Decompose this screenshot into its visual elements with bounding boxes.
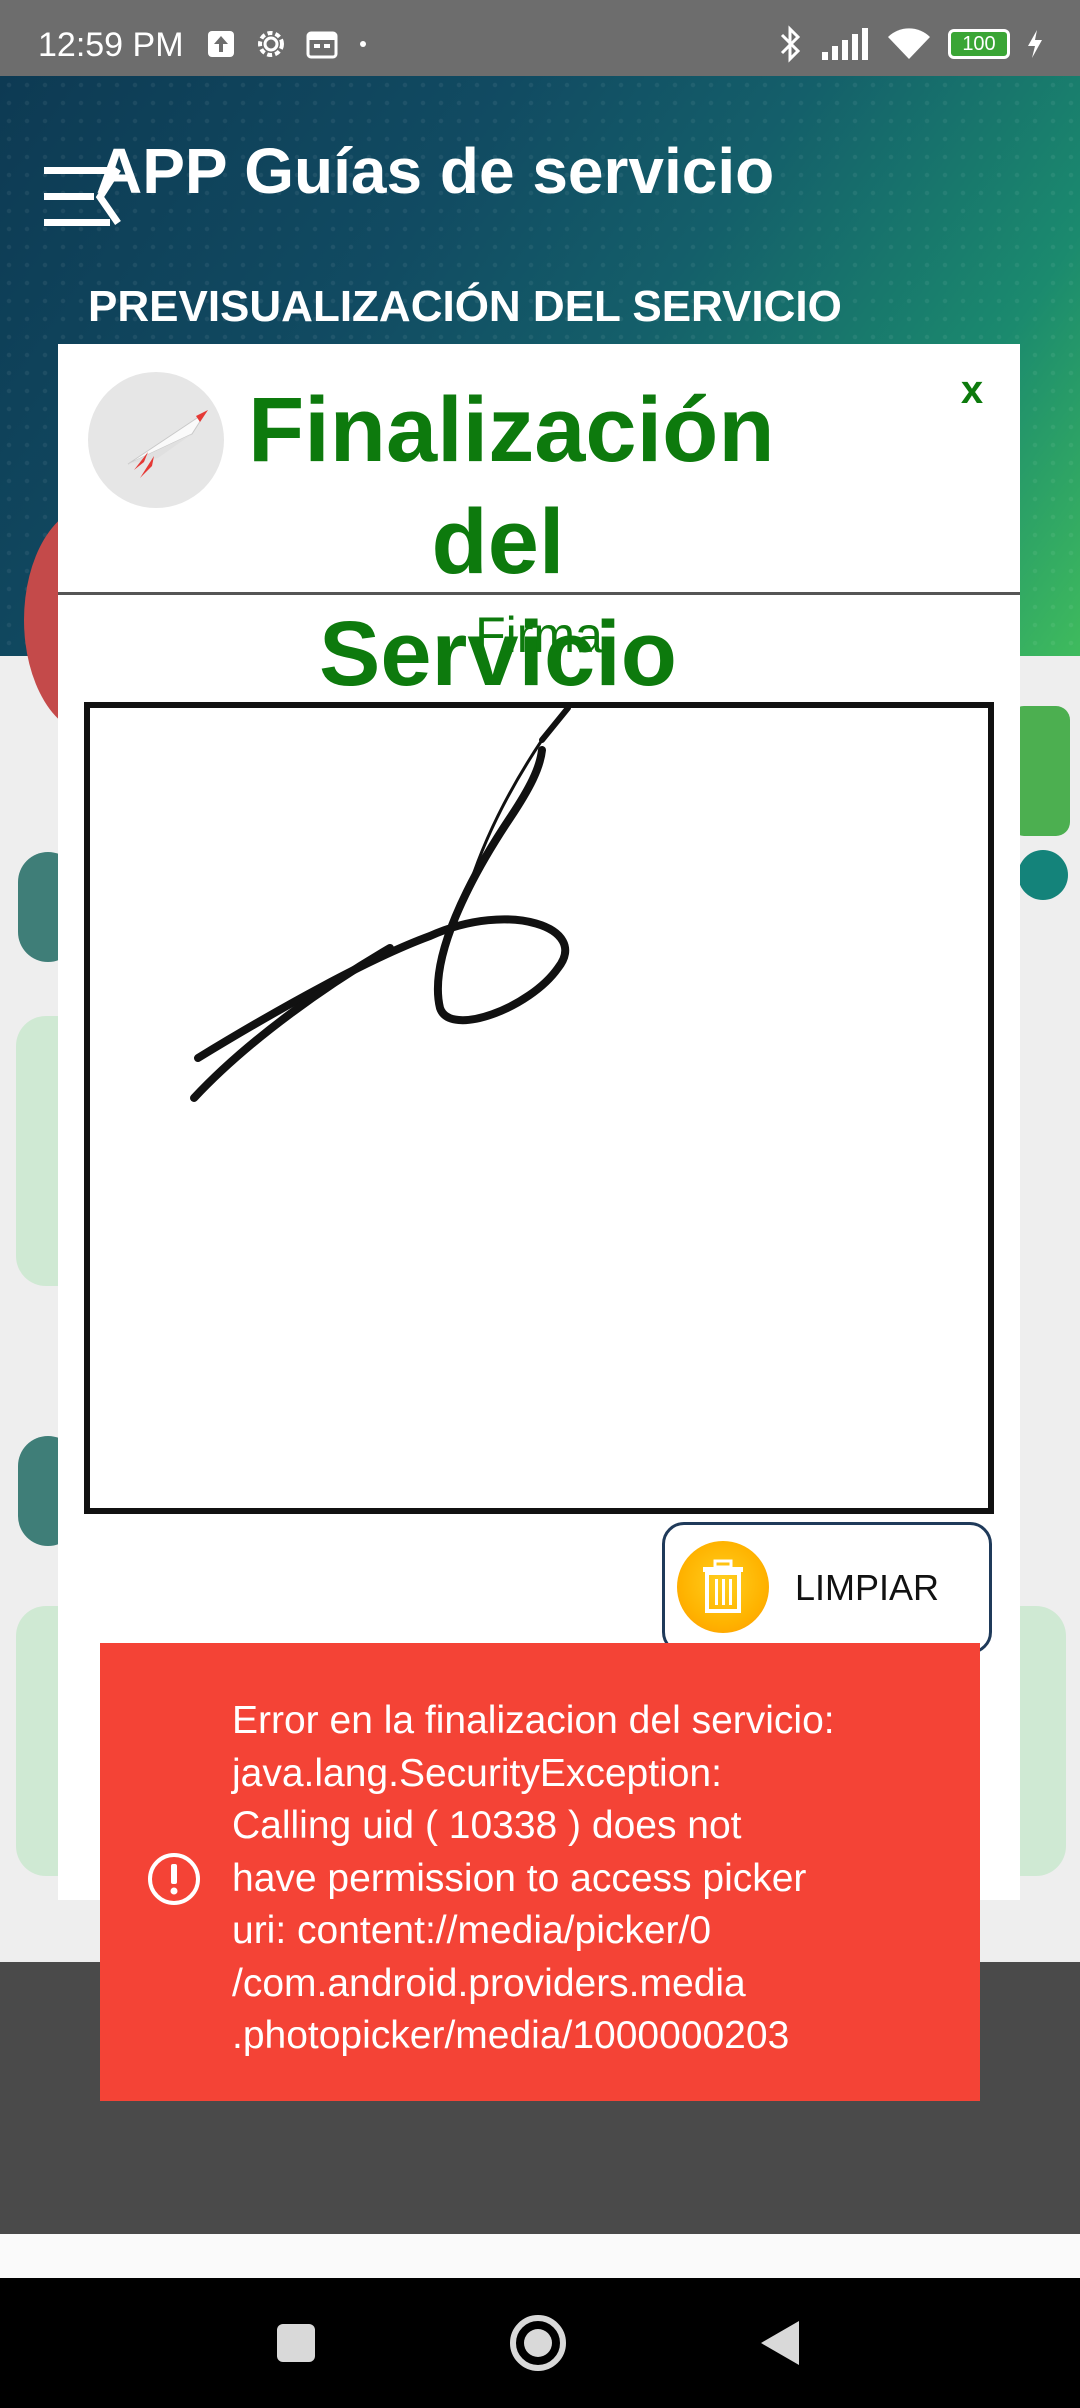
trash-icon — [677, 1541, 769, 1633]
rocket-logo — [88, 372, 224, 508]
alert-circle-icon — [148, 1853, 200, 1905]
dot-icon — [360, 41, 366, 47]
status-system-icons: 100 — [778, 24, 1044, 64]
footer-divider — [0, 2234, 1080, 2278]
error-toast: Error en la finalizacion del servicio: j… — [100, 1643, 980, 2101]
error-message: Error en la finalizacion del servicio: j… — [232, 1695, 952, 2063]
background-indicator — [1018, 850, 1068, 900]
dialog-title-line2: del Servicio — [319, 491, 677, 705]
dialog-title-line1: Finalización — [248, 379, 775, 481]
background-card — [1018, 1606, 1066, 1876]
error-line: java.lang.SecurityException: — [232, 1751, 722, 1795]
dialog-divider — [58, 592, 1020, 595]
bluetooth-icon — [780, 25, 801, 63]
battery-icon: 100 — [948, 29, 1010, 59]
clear-button[interactable]: LIMPIAR — [662, 1522, 992, 1654]
signature-pad[interactable] — [84, 702, 994, 1514]
back-icon — [761, 2321, 799, 2365]
signature-label: Firma — [475, 607, 603, 663]
clear-button-label: LIMPIAR — [795, 1567, 940, 1608]
recents-button[interactable] — [236, 2278, 356, 2408]
back-button[interactable] — [720, 2278, 840, 2408]
section-title: PREVISUALIZACIÓN DEL SERVICIO — [88, 282, 842, 331]
error-line: Calling uid ( 10338 ) does not — [232, 1804, 742, 1847]
charging-icon — [1028, 30, 1042, 58]
signature-stroke — [190, 705, 571, 1102]
wifi-icon — [888, 28, 930, 59]
status-notification-icons — [206, 26, 370, 62]
error-line: uri: content://media/picker/0 — [232, 1909, 712, 1952]
app-title: APP Guías de servicio — [96, 135, 775, 207]
home-button[interactable] — [478, 2278, 598, 2408]
rocket-icon — [127, 410, 208, 478]
error-line: have permission to access picker — [232, 1856, 807, 1900]
signal-icon — [822, 28, 868, 60]
error-line: Error en la finalizacion del servicio: — [232, 1699, 835, 1742]
error-line: /com.android.providers.media — [232, 1961, 746, 2005]
home-icon — [510, 2315, 566, 2371]
upload-icon — [208, 31, 234, 57]
system-nav-bar — [0, 2278, 1080, 2408]
calendar-icon — [306, 31, 338, 59]
error-line: .photopicker/media/1000000203 — [232, 2014, 790, 2057]
close-button[interactable]: x — [952, 368, 992, 413]
status-bar: 12:59 PM 100 — [0, 0, 1080, 76]
status-time: 12:59 PM — [38, 26, 184, 64]
recents-icon — [277, 2324, 315, 2362]
settings-icon — [258, 31, 284, 57]
